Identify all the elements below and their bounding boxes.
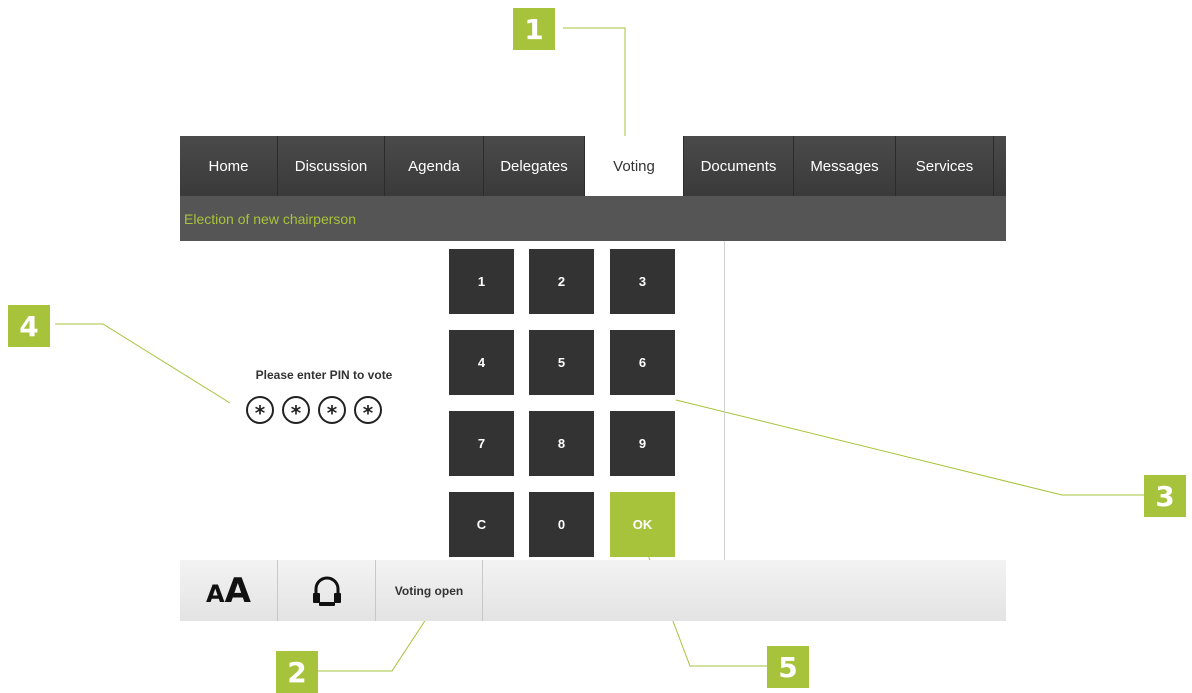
pin-digit-indicator: * — [282, 396, 310, 424]
agenda-subject-title: Election of new chairperson — [184, 210, 356, 227]
pin-digit-indicator: * — [246, 396, 274, 424]
voting-status-cell: Voting open — [376, 560, 483, 621]
callout-1: 1 — [513, 8, 555, 50]
tab-documents[interactable]: Documents — [684, 136, 794, 196]
headphone-icon — [312, 576, 341, 606]
tab-agenda[interactable]: Agenda — [385, 136, 484, 196]
keypad-key-7[interactable]: 7 — [449, 411, 514, 476]
callout-5: 5 — [767, 646, 809, 688]
keypad-key-9[interactable]: 9 — [610, 411, 675, 476]
font-size-icon: AA — [206, 570, 251, 611]
keypad-key-0[interactable]: 0 — [529, 492, 594, 557]
keypad-key-5[interactable]: 5 — [529, 330, 594, 395]
leader-line-3 — [675, 399, 1144, 496]
keypad-key-8[interactable]: 8 — [529, 411, 594, 476]
keypad-key-3[interactable]: 3 — [610, 249, 675, 314]
font-size-button[interactable]: AA — [180, 560, 278, 621]
callout-3: 3 — [1144, 475, 1186, 517]
bottom-status-bar: AA Voting open — [180, 560, 1006, 621]
keypad-key-4[interactable]: 4 — [449, 330, 514, 395]
leader-line-4 — [55, 323, 231, 404]
content-divider — [724, 241, 725, 560]
voting-status: Voting open — [394, 583, 464, 598]
keypad-clear-button[interactable]: C — [449, 492, 514, 557]
headphone-button[interactable] — [278, 560, 376, 621]
callout-4: 4 — [8, 305, 50, 347]
keypad-ok-button[interactable]: OK — [610, 492, 675, 557]
keypad-key-1[interactable]: 1 — [449, 249, 514, 314]
leader-line-1 — [563, 27, 626, 142]
pin-digit-indicator: * — [354, 396, 382, 424]
tab-discussion[interactable]: Discussion — [278, 136, 385, 196]
keypad-key-2[interactable]: 2 — [529, 249, 594, 314]
tab-delegates[interactable]: Delegates — [484, 136, 585, 196]
tab-voting[interactable]: Voting — [585, 136, 684, 196]
callout-2: 2 — [276, 651, 318, 693]
tab-services[interactable]: Services — [896, 136, 994, 196]
agenda-subject-bar: Election of new chairperson — [180, 196, 1006, 241]
tab-messages[interactable]: Messages — [794, 136, 896, 196]
pin-digit-indicator: * — [318, 396, 346, 424]
keypad-key-6[interactable]: 6 — [610, 330, 675, 395]
tab-home[interactable]: Home — [180, 136, 278, 196]
pin-display: * * * * — [246, 396, 382, 424]
main-navigation: Home Discussion Agenda Delegates Voting … — [180, 136, 1006, 196]
pin-prompt: Please enter PIN to vote — [255, 368, 393, 382]
